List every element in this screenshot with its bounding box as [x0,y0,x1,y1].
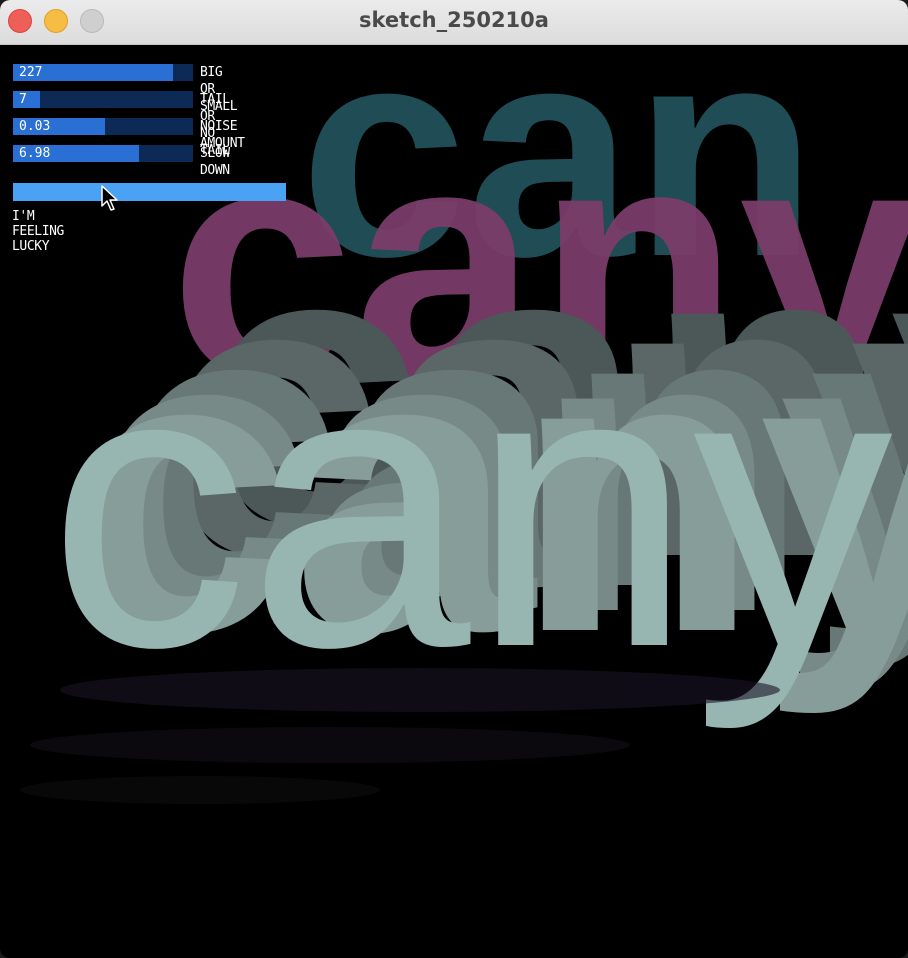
slider-slow-down[interactable]: 6.98 [13,145,193,162]
window-title: sketch_250210a [359,8,549,32]
shadow-reflection [20,668,780,804]
feeling-lucky-button[interactable] [13,183,286,201]
slider-noise-amount[interactable]: 0.03 [13,118,193,135]
slider-value: 6.98 [19,146,51,161]
slider-value: 227 [19,65,43,80]
title-bar[interactable]: sketch_250210a [0,0,908,45]
typography-artwork: can cany cany cany cany cany cany cany [20,45,908,804]
slider-value: 0.03 [19,119,51,134]
sketch-canvas[interactable]: can cany cany cany cany cany cany cany [0,45,908,958]
front-text: cany [48,283,893,733]
slider-big-or-small[interactable]: 227 [13,64,193,81]
app-window: sketch_250210a can cany cany cany c [0,0,908,958]
feeling-lucky-label: I'M FEELING LUCKY [12,209,64,254]
slider-label: SLOW DOWN [200,146,230,178]
front-text-layer: cany [48,283,893,733]
slider-tail-or-no-tail[interactable]: 7 [13,91,193,108]
slider-value: 7 [19,92,27,107]
mouse-pointer-icon [101,185,118,211]
